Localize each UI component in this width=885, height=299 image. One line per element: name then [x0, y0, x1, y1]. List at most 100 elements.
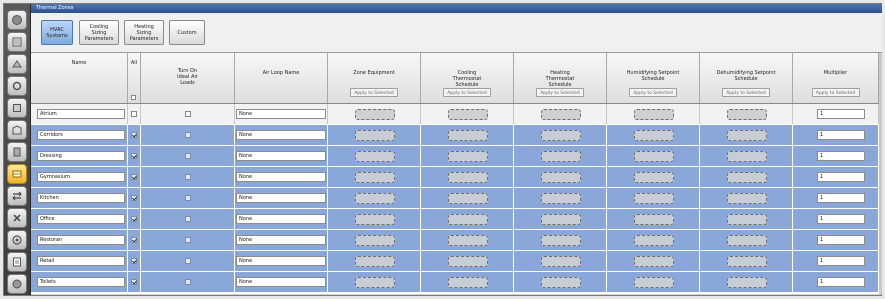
loads-icon[interactable] — [7, 76, 27, 96]
multiplier-field[interactable]: 1 — [817, 109, 865, 119]
zone-equipment-drop-slot[interactable] — [354, 109, 395, 120]
heating-schedule-drop-slot[interactable] — [540, 256, 581, 267]
table-row[interactable]: Dressing None 1 — [31, 146, 882, 167]
air-loop-field[interactable]: None — [236, 214, 326, 224]
site-icon[interactable] — [7, 10, 27, 30]
humidifying-schedule-drop-slot[interactable] — [633, 109, 674, 120]
dehumidifying-schedule-drop-slot[interactable] — [726, 235, 767, 246]
ideal-air-loads-checkbox[interactable] — [185, 153, 191, 159]
ideal-air-loads-checkbox[interactable] — [185, 111, 191, 117]
ideal-air-loads-checkbox[interactable] — [185, 195, 191, 201]
zone-name-field[interactable]: Kitchen — [37, 193, 125, 203]
air-loop-field[interactable]: None — [236, 193, 326, 203]
apply-to-selected-button[interactable]: Apply to Selected — [350, 88, 398, 97]
dehumidifying-schedule-drop-slot[interactable] — [726, 214, 767, 225]
heating-schedule-drop-slot[interactable] — [540, 193, 581, 204]
zone-equipment-drop-slot[interactable] — [354, 172, 395, 183]
zone-name-field[interactable]: Office — [37, 214, 125, 224]
zone-name-field[interactable]: Dressing — [37, 151, 125, 161]
humidifying-schedule-drop-slot[interactable] — [633, 193, 674, 204]
cooling-sizing-tab[interactable]: Cooling Sizing Parameters — [79, 20, 119, 45]
multiplier-field[interactable]: 1 — [817, 235, 865, 245]
ideal-air-loads-checkbox[interactable] — [185, 216, 191, 222]
vertical-scrollbar[interactable] — [879, 53, 882, 294]
dehumidifying-schedule-drop-slot[interactable] — [726, 256, 767, 267]
air-loop-field[interactable]: None — [236, 256, 326, 266]
measures-icon[interactable] — [7, 230, 27, 250]
constructions-icon[interactable] — [7, 54, 27, 74]
row-select-checkbox[interactable] — [131, 195, 137, 201]
apply-to-selected-button[interactable]: Apply to Selected — [722, 88, 770, 97]
zone-name-field[interactable]: Corridors — [37, 130, 125, 140]
row-select-checkbox[interactable] — [131, 174, 137, 180]
space-types-icon[interactable] — [7, 98, 27, 118]
results-icon[interactable] — [7, 274, 27, 294]
humidifying-schedule-drop-slot[interactable] — [633, 214, 674, 225]
multiplier-field[interactable]: 1 — [817, 214, 865, 224]
select-all-checkbox[interactable] — [131, 95, 136, 100]
cooling-schedule-drop-slot[interactable] — [447, 235, 488, 246]
cooling-schedule-drop-slot[interactable] — [447, 151, 488, 162]
cooling-schedule-drop-slot[interactable] — [447, 277, 488, 288]
dehumidifying-schedule-drop-slot[interactable] — [726, 130, 767, 141]
zone-name-field[interactable]: Atrium — [37, 109, 125, 119]
humidifying-schedule-drop-slot[interactable] — [633, 130, 674, 141]
multiplier-field[interactable]: 1 — [817, 256, 865, 266]
humidifying-schedule-drop-slot[interactable] — [633, 151, 674, 162]
multiplier-field[interactable]: 1 — [817, 172, 865, 182]
dehumidifying-schedule-drop-slot[interactable] — [726, 277, 767, 288]
ideal-air-loads-checkbox[interactable] — [185, 174, 191, 180]
table-row[interactable]: Toilets None 1 — [31, 272, 882, 293]
air-loop-field[interactable]: None — [236, 172, 326, 182]
row-select-checkbox[interactable] — [131, 258, 137, 264]
multiplier-field[interactable]: 1 — [817, 277, 865, 287]
dehumidifying-schedule-drop-slot[interactable] — [726, 193, 767, 204]
simulation-icon[interactable] — [7, 252, 27, 272]
heating-schedule-drop-slot[interactable] — [540, 235, 581, 246]
table-row[interactable]: Restoran None 1 — [31, 230, 882, 251]
heating-schedule-drop-slot[interactable] — [540, 130, 581, 141]
apply-to-selected-button[interactable]: Apply to Selected — [443, 88, 491, 97]
zone-name-field[interactable]: Retail — [37, 256, 125, 266]
heating-schedule-drop-slot[interactable] — [540, 109, 581, 120]
zone-equipment-drop-slot[interactable] — [354, 130, 395, 141]
table-row[interactable]: Gymnasium None 1 — [31, 167, 882, 188]
geometry-icon[interactable] — [7, 120, 27, 140]
zone-name-field[interactable]: Restoran — [37, 235, 125, 245]
heating-schedule-drop-slot[interactable] — [540, 277, 581, 288]
cooling-schedule-drop-slot[interactable] — [447, 130, 488, 141]
heating-schedule-drop-slot[interactable] — [540, 172, 581, 183]
humidifying-schedule-drop-slot[interactable] — [633, 256, 674, 267]
apply-to-selected-button[interactable]: Apply to Selected — [536, 88, 584, 97]
row-select-checkbox[interactable] — [131, 111, 137, 117]
air-loop-field[interactable]: None — [236, 109, 326, 119]
multiplier-field[interactable]: 1 — [817, 151, 865, 161]
thermal-zones-icon[interactable] — [7, 164, 27, 184]
ideal-air-loads-checkbox[interactable] — [185, 258, 191, 264]
facility-icon[interactable] — [7, 142, 27, 162]
cooling-schedule-drop-slot[interactable] — [447, 193, 488, 204]
custom-tab[interactable]: Custom — [169, 20, 205, 45]
multiplier-field[interactable]: 1 — [817, 130, 865, 140]
air-loop-field[interactable]: None — [236, 277, 326, 287]
humidifying-schedule-drop-slot[interactable] — [633, 172, 674, 183]
cooling-schedule-drop-slot[interactable] — [447, 214, 488, 225]
air-loop-field[interactable]: None — [236, 151, 326, 161]
cooling-schedule-drop-slot[interactable] — [447, 172, 488, 183]
building-summary-icon[interactable] — [7, 208, 27, 228]
dehumidifying-schedule-drop-slot[interactable] — [726, 172, 767, 183]
zone-equipment-drop-slot[interactable] — [354, 256, 395, 267]
schedules-icon[interactable] — [7, 32, 27, 52]
heating-schedule-drop-slot[interactable] — [540, 214, 581, 225]
hvac-systems-tab[interactable]: HVAC Systems — [41, 20, 73, 45]
dehumidifying-schedule-drop-slot[interactable] — [726, 109, 767, 120]
zone-equipment-drop-slot[interactable] — [354, 151, 395, 162]
ideal-air-loads-checkbox[interactable] — [185, 132, 191, 138]
air-loop-field[interactable]: None — [236, 235, 326, 245]
row-select-checkbox[interactable] — [131, 153, 137, 159]
humidifying-schedule-drop-slot[interactable] — [633, 277, 674, 288]
zone-name-field[interactable]: Toilets — [37, 277, 125, 287]
hvac-systems-icon[interactable] — [7, 186, 27, 206]
apply-to-selected-button[interactable]: Apply to Selected — [811, 88, 860, 97]
zone-equipment-drop-slot[interactable] — [354, 193, 395, 204]
